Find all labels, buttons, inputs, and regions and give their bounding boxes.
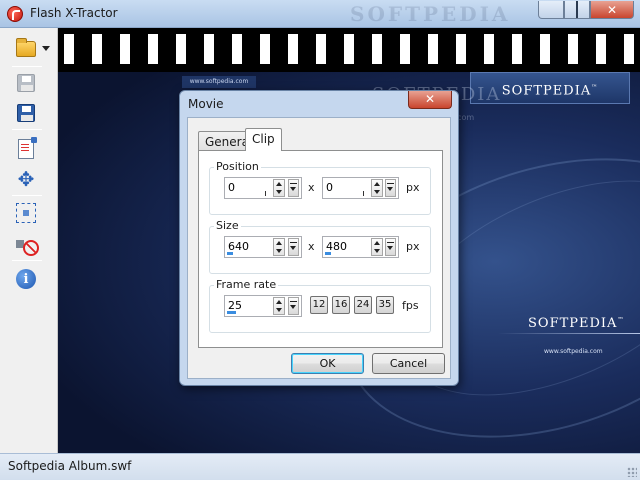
- properties-doc-icon: [18, 137, 37, 159]
- dialog-title: Movie: [188, 97, 224, 111]
- position-y-marker: [363, 191, 364, 196]
- frame-rate-spinner[interactable]: [273, 297, 285, 315]
- toolbar: ✥ i: [0, 28, 58, 453]
- size-width-spinner[interactable]: [273, 238, 285, 256]
- frame-rate-unit: fps: [402, 299, 419, 312]
- minimize-button[interactable]: [538, 1, 564, 19]
- cancel-button[interactable]: Cancel: [372, 353, 445, 374]
- size-separator: x: [308, 240, 315, 253]
- frame-rate-dropdown[interactable]: [288, 297, 299, 315]
- open-folder-icon: [16, 38, 36, 57]
- properties-button[interactable]: [12, 136, 40, 162]
- position-label: Position: [214, 160, 261, 173]
- toolbar-separator: [12, 260, 42, 261]
- film-perforations: [64, 34, 640, 64]
- save-as-icon: [17, 104, 35, 122]
- position-y-value: 0: [326, 181, 333, 194]
- softpedia-url-bottom: www.softpedia.com: [544, 348, 603, 355]
- movie-dialog: Movie ✕ General Clip Position 0 x 0 px S…: [179, 90, 459, 386]
- mute-icon: [15, 235, 39, 256]
- close-button[interactable]: ✕: [590, 1, 634, 19]
- position-separator: x: [308, 181, 315, 194]
- size-group: Size 640 x 480 px: [209, 219, 431, 274]
- size-width-dropdown[interactable]: [288, 238, 299, 256]
- resize-icon: [16, 203, 36, 223]
- frame-rate-group: Frame rate 25 12 16 24 35 fps: [209, 278, 431, 333]
- fps-preset-24-button[interactable]: 24: [354, 296, 372, 314]
- size-label: Size: [214, 219, 241, 232]
- title-watermark: SOFTPEDIA: [350, 2, 511, 26]
- ok-button[interactable]: OK: [291, 353, 364, 374]
- mute-button[interactable]: [12, 232, 40, 258]
- close-icon: ✕: [606, 2, 618, 17]
- size-height-dropdown[interactable]: [385, 238, 396, 256]
- position-y-dropdown[interactable]: [385, 179, 396, 197]
- position-x-input[interactable]: 0: [224, 177, 302, 199]
- status-bar: Softpedia Album.swf: [0, 453, 640, 480]
- size-height-meter: [325, 252, 331, 255]
- position-x-dropdown[interactable]: [288, 179, 299, 197]
- size-unit: px: [406, 240, 420, 253]
- logo-tm: ™: [591, 84, 599, 91]
- save-as-button[interactable]: [12, 100, 40, 126]
- size-width-meter: [227, 252, 233, 255]
- filmstrip: [58, 28, 640, 72]
- maximize-icon: [576, 3, 578, 17]
- logo-tm: ™: [617, 316, 625, 324]
- size-height-input[interactable]: 480: [322, 236, 399, 258]
- position-x-marker: [265, 191, 266, 196]
- close-icon: ✕: [424, 92, 436, 106]
- caption-buttons: ✕: [538, 1, 634, 19]
- frame-rate-label: Frame rate: [214, 278, 279, 291]
- fps-preset-12-button[interactable]: 12: [310, 296, 328, 314]
- toolbar-separator: [12, 66, 42, 67]
- resize-button[interactable]: [12, 200, 40, 226]
- position-unit: px: [406, 181, 420, 194]
- fps-preset-16-button[interactable]: 16: [332, 296, 350, 314]
- film-url-label: www.softpedia.com: [182, 76, 256, 88]
- dialog-body: General Clip Position 0 x 0 px Size 640 …: [187, 117, 451, 379]
- size-width-input[interactable]: 640: [224, 236, 302, 258]
- fps-preset-35-button[interactable]: 35: [376, 296, 394, 314]
- open-dropdown-arrow-icon[interactable]: [42, 46, 50, 51]
- logo-bottom-text: SOFTPEDIA: [528, 316, 618, 331]
- app-icon[interactable]: [7, 6, 23, 22]
- dialog-close-button[interactable]: ✕: [408, 91, 452, 109]
- move-icon: ✥: [17, 167, 35, 191]
- size-height-spinner[interactable]: [371, 238, 383, 256]
- logo-underline: [498, 333, 640, 334]
- position-y-input[interactable]: 0: [322, 177, 399, 199]
- resize-grip-icon[interactable]: [627, 467, 637, 477]
- window-title: Flash X-Tractor: [30, 6, 118, 20]
- title-bar: Flash X-Tractor SOFTPEDIA ✕: [0, 0, 640, 28]
- save-disabled-icon: [17, 74, 35, 92]
- move-button[interactable]: ✥: [12, 166, 40, 192]
- info-icon: i: [16, 269, 36, 289]
- position-x-spinner[interactable]: [273, 179, 285, 197]
- position-x-value: 0: [228, 181, 235, 194]
- logo-top-text: SOFTPEDIA: [501, 83, 592, 99]
- status-filename: Softpedia Album.swf: [8, 459, 132, 473]
- open-button[interactable]: [12, 36, 40, 62]
- frame-rate-meter: [227, 311, 236, 314]
- position-y-spinner[interactable]: [371, 179, 383, 197]
- about-button[interactable]: i: [12, 266, 40, 292]
- tab-clip[interactable]: Clip: [245, 128, 282, 151]
- clip-tab-panel: Position 0 x 0 px Size 640 x 480 px Fram…: [198, 150, 443, 348]
- maximize-button[interactable]: [564, 1, 590, 19]
- position-group: Position 0 x 0 px: [209, 160, 431, 215]
- toolbar-separator: [12, 129, 42, 130]
- softpedia-logo-bottom: SOFTPEDIA™: [528, 316, 624, 331]
- frame-rate-input[interactable]: 25: [224, 295, 302, 317]
- save-button[interactable]: [12, 70, 40, 96]
- toolbar-separator: [12, 195, 42, 196]
